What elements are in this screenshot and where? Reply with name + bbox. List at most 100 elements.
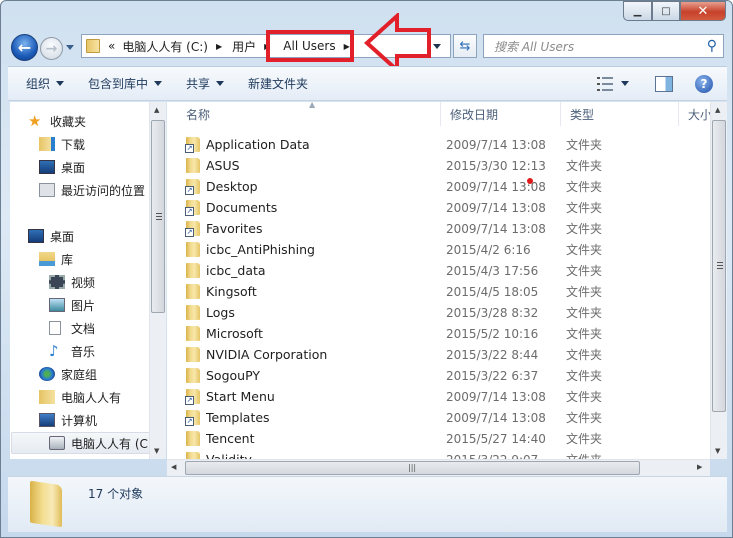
chevron-right-icon[interactable]: ▶ <box>216 42 222 51</box>
scroll-up-icon[interactable]: ▲ <box>154 106 159 114</box>
sidebar-item-music[interactable]: ♪ 音乐 <box>49 340 95 362</box>
maximize-button[interactable]: □ <box>652 1 680 21</box>
sidebar-item-videos[interactable]: 视频 <box>49 271 95 293</box>
preview-pane-icon[interactable] <box>655 75 673 92</box>
recent-places-icon <box>39 183 55 197</box>
file-row[interactable]: Microsoft 2015/5/2 10:16 文件夹 <box>167 323 707 344</box>
sidebar-item-computer[interactable]: 计算机 <box>39 409 97 431</box>
file-modified-date: 2015/5/2 10:16 <box>446 326 539 341</box>
close-button[interactable]: ✕ <box>680 1 726 21</box>
file-name: icbc_AntiPhishing <box>206 242 315 257</box>
file-row[interactable]: ↗ Desktop 2009/7/14 13:08 文件夹 <box>167 176 707 197</box>
scroll-down-icon[interactable]: ▼ <box>715 447 720 455</box>
folder-icon <box>186 284 200 299</box>
file-row[interactable]: Logs 2015/3/28 8:32 文件夹 <box>167 302 707 323</box>
shortcut-arrow-icon: ↗ <box>185 228 194 237</box>
scroll-right-icon[interactable]: ▶ <box>697 463 702 471</box>
file-row[interactable]: icbc_AntiPhishing 2015/4/2 6:16 文件夹 <box>167 239 707 260</box>
folder-icon <box>186 452 200 459</box>
scrollbar-thumb[interactable]: ||| <box>185 461 640 475</box>
column-header-name[interactable]: 名称 <box>177 102 441 126</box>
scrollbar-thumb[interactable] <box>151 120 165 313</box>
music-note-icon: ♪ <box>49 342 59 360</box>
minimize-icon: ▁ <box>633 5 642 17</box>
sidebar-item-drive-c[interactable]: 电脑人人有 (C: <box>11 432 153 454</box>
file-row[interactable]: icbc_data 2015/4/3 17:56 文件夹 <box>167 260 707 281</box>
breadcrumb-drive-c[interactable]: 电脑人人有 (C:) ▶ <box>117 35 227 57</box>
file-name: Logs <box>206 305 235 320</box>
overflow-chevron[interactable]: « <box>108 39 115 53</box>
file-modified-date: 2015/3/22 8:44 <box>446 347 539 362</box>
close-icon: ✕ <box>697 3 709 19</box>
sidebar-item-favorites[interactable]: ★ 收藏夹 <box>28 110 86 132</box>
file-row[interactable]: Kingsoft 2015/4/5 18:05 文件夹 <box>167 281 707 302</box>
file-row[interactable]: Validity2015/3/22 9:07文件夹 <box>167 449 707 459</box>
shortcut-arrow-icon: ↗ <box>185 417 194 426</box>
sidebar-item-desktop-favorite[interactable]: 桌面 <box>39 156 85 178</box>
file-modified-date: 2015/3/22 6:37 <box>446 368 539 383</box>
annotation-highlight-box <box>266 30 354 62</box>
details-pane: 17 个对象 <box>8 476 727 532</box>
view-dropdown-icon[interactable] <box>621 81 629 86</box>
file-row[interactable]: ↗ Documents 2009/7/14 13:08 文件夹 <box>167 197 707 218</box>
sidebar-item-drive-d[interactable]: Windows7 (D: <box>48 455 153 459</box>
horizontal-scrollbar[interactable]: ◀ ||| ▶ <box>167 459 710 476</box>
change-view-icon[interactable] <box>597 76 613 91</box>
sidebar-item-user[interactable]: 电脑人人有 <box>39 386 121 408</box>
file-type: 文件夹 <box>566 180 603 194</box>
scroll-left-icon[interactable]: ◀ <box>171 463 176 471</box>
share-menu[interactable]: 共享 <box>174 67 236 100</box>
file-name: Validity <box>206 452 252 459</box>
new-folder-button[interactable]: 新建文件夹 <box>236 67 320 100</box>
sidebar-item-pictures[interactable]: 图片 <box>49 294 95 316</box>
sidebar-item-downloads[interactable]: 下载 <box>39 133 85 155</box>
file-modified-date: 2015/5/27 14:40 <box>446 431 546 446</box>
file-name: Documents <box>206 200 278 215</box>
back-button[interactable]: ← <box>11 34 38 61</box>
folder-icon <box>186 431 200 446</box>
search-placeholder: 搜索 All Users <box>494 39 575 54</box>
maximize-icon: □ <box>661 5 671 17</box>
desktop-icon <box>28 229 44 243</box>
sidebar-item-desktop[interactable]: 桌面 <box>28 225 74 247</box>
minimize-button[interactable]: ▁ <box>623 1 652 21</box>
search-icon[interactable]: ⚲ <box>707 38 717 54</box>
search-box[interactable]: 搜索 All Users ⚲ <box>483 34 724 58</box>
sidebar-item-recent-places[interactable]: 最近访问的位置 <box>39 179 145 201</box>
folder-shortcut-icon: ↗ <box>185 221 200 237</box>
file-row[interactable]: NVIDIA Corporation 2015/3/22 8:44 文件夹 <box>167 344 707 365</box>
forward-button[interactable]: → <box>40 37 63 60</box>
dropdown-icon <box>216 81 225 86</box>
file-name: icbc_data <box>206 263 266 278</box>
scroll-up-icon[interactable]: ▲ <box>715 106 720 114</box>
file-type: 文件夹 <box>566 348 603 362</box>
sidebar-item-documents[interactable]: 文档 <box>49 317 95 339</box>
folder-icon <box>186 305 200 320</box>
file-row[interactable]: ASUS 2015/3/30 12:13 文件夹 <box>167 155 707 176</box>
file-modified-date: 2009/7/14 13:08 <box>446 410 546 425</box>
navigation-pane-scrollbar[interactable]: ▲ ▼ <box>149 102 166 459</box>
refresh-button[interactable]: ⇆ <box>453 34 477 58</box>
file-type: 文件夹 <box>566 264 603 278</box>
file-row[interactable]: ↗ Start Menu 2009/7/14 13:08 文件夹 <box>167 386 707 407</box>
sidebar-item-libraries[interactable]: 库 <box>39 248 73 270</box>
desktop-icon <box>39 160 55 174</box>
file-row[interactable]: Tencent 2015/5/27 14:40 文件夹 <box>167 428 707 449</box>
file-row[interactable]: ↗ Templates 2009/7/14 13:08 文件夹 <box>167 407 707 428</box>
organize-menu[interactable]: 组织 <box>8 67 76 100</box>
include-in-library-menu[interactable]: 包含到库中 <box>76 67 174 100</box>
file-list-scrollbar[interactable]: ▲ ▼ <box>710 102 727 459</box>
documents-icon <box>49 321 61 335</box>
file-row[interactable]: ↗ Application Data 2009/7/14 13:08 文件夹 <box>167 134 707 155</box>
column-header-type[interactable]: 类型 <box>561 102 679 126</box>
help-icon[interactable]: ? <box>695 74 713 93</box>
recent-pages-dropdown[interactable] <box>66 45 74 50</box>
column-header-modified[interactable]: 修改日期 <box>441 102 561 126</box>
sidebar-item-homegroup[interactable]: 家庭组 <box>39 363 97 385</box>
scroll-down-icon[interactable]: ▼ <box>154 447 159 455</box>
forward-arrow-icon: → <box>45 40 58 57</box>
file-name: Templates <box>206 410 270 425</box>
file-row[interactable]: ↗ Favorites 2009/7/14 13:08 文件夹 <box>167 218 707 239</box>
file-row[interactable]: SogouPY 2015/3/22 6:37 文件夹 <box>167 365 707 386</box>
scrollbar-thumb[interactable] <box>712 120 726 412</box>
